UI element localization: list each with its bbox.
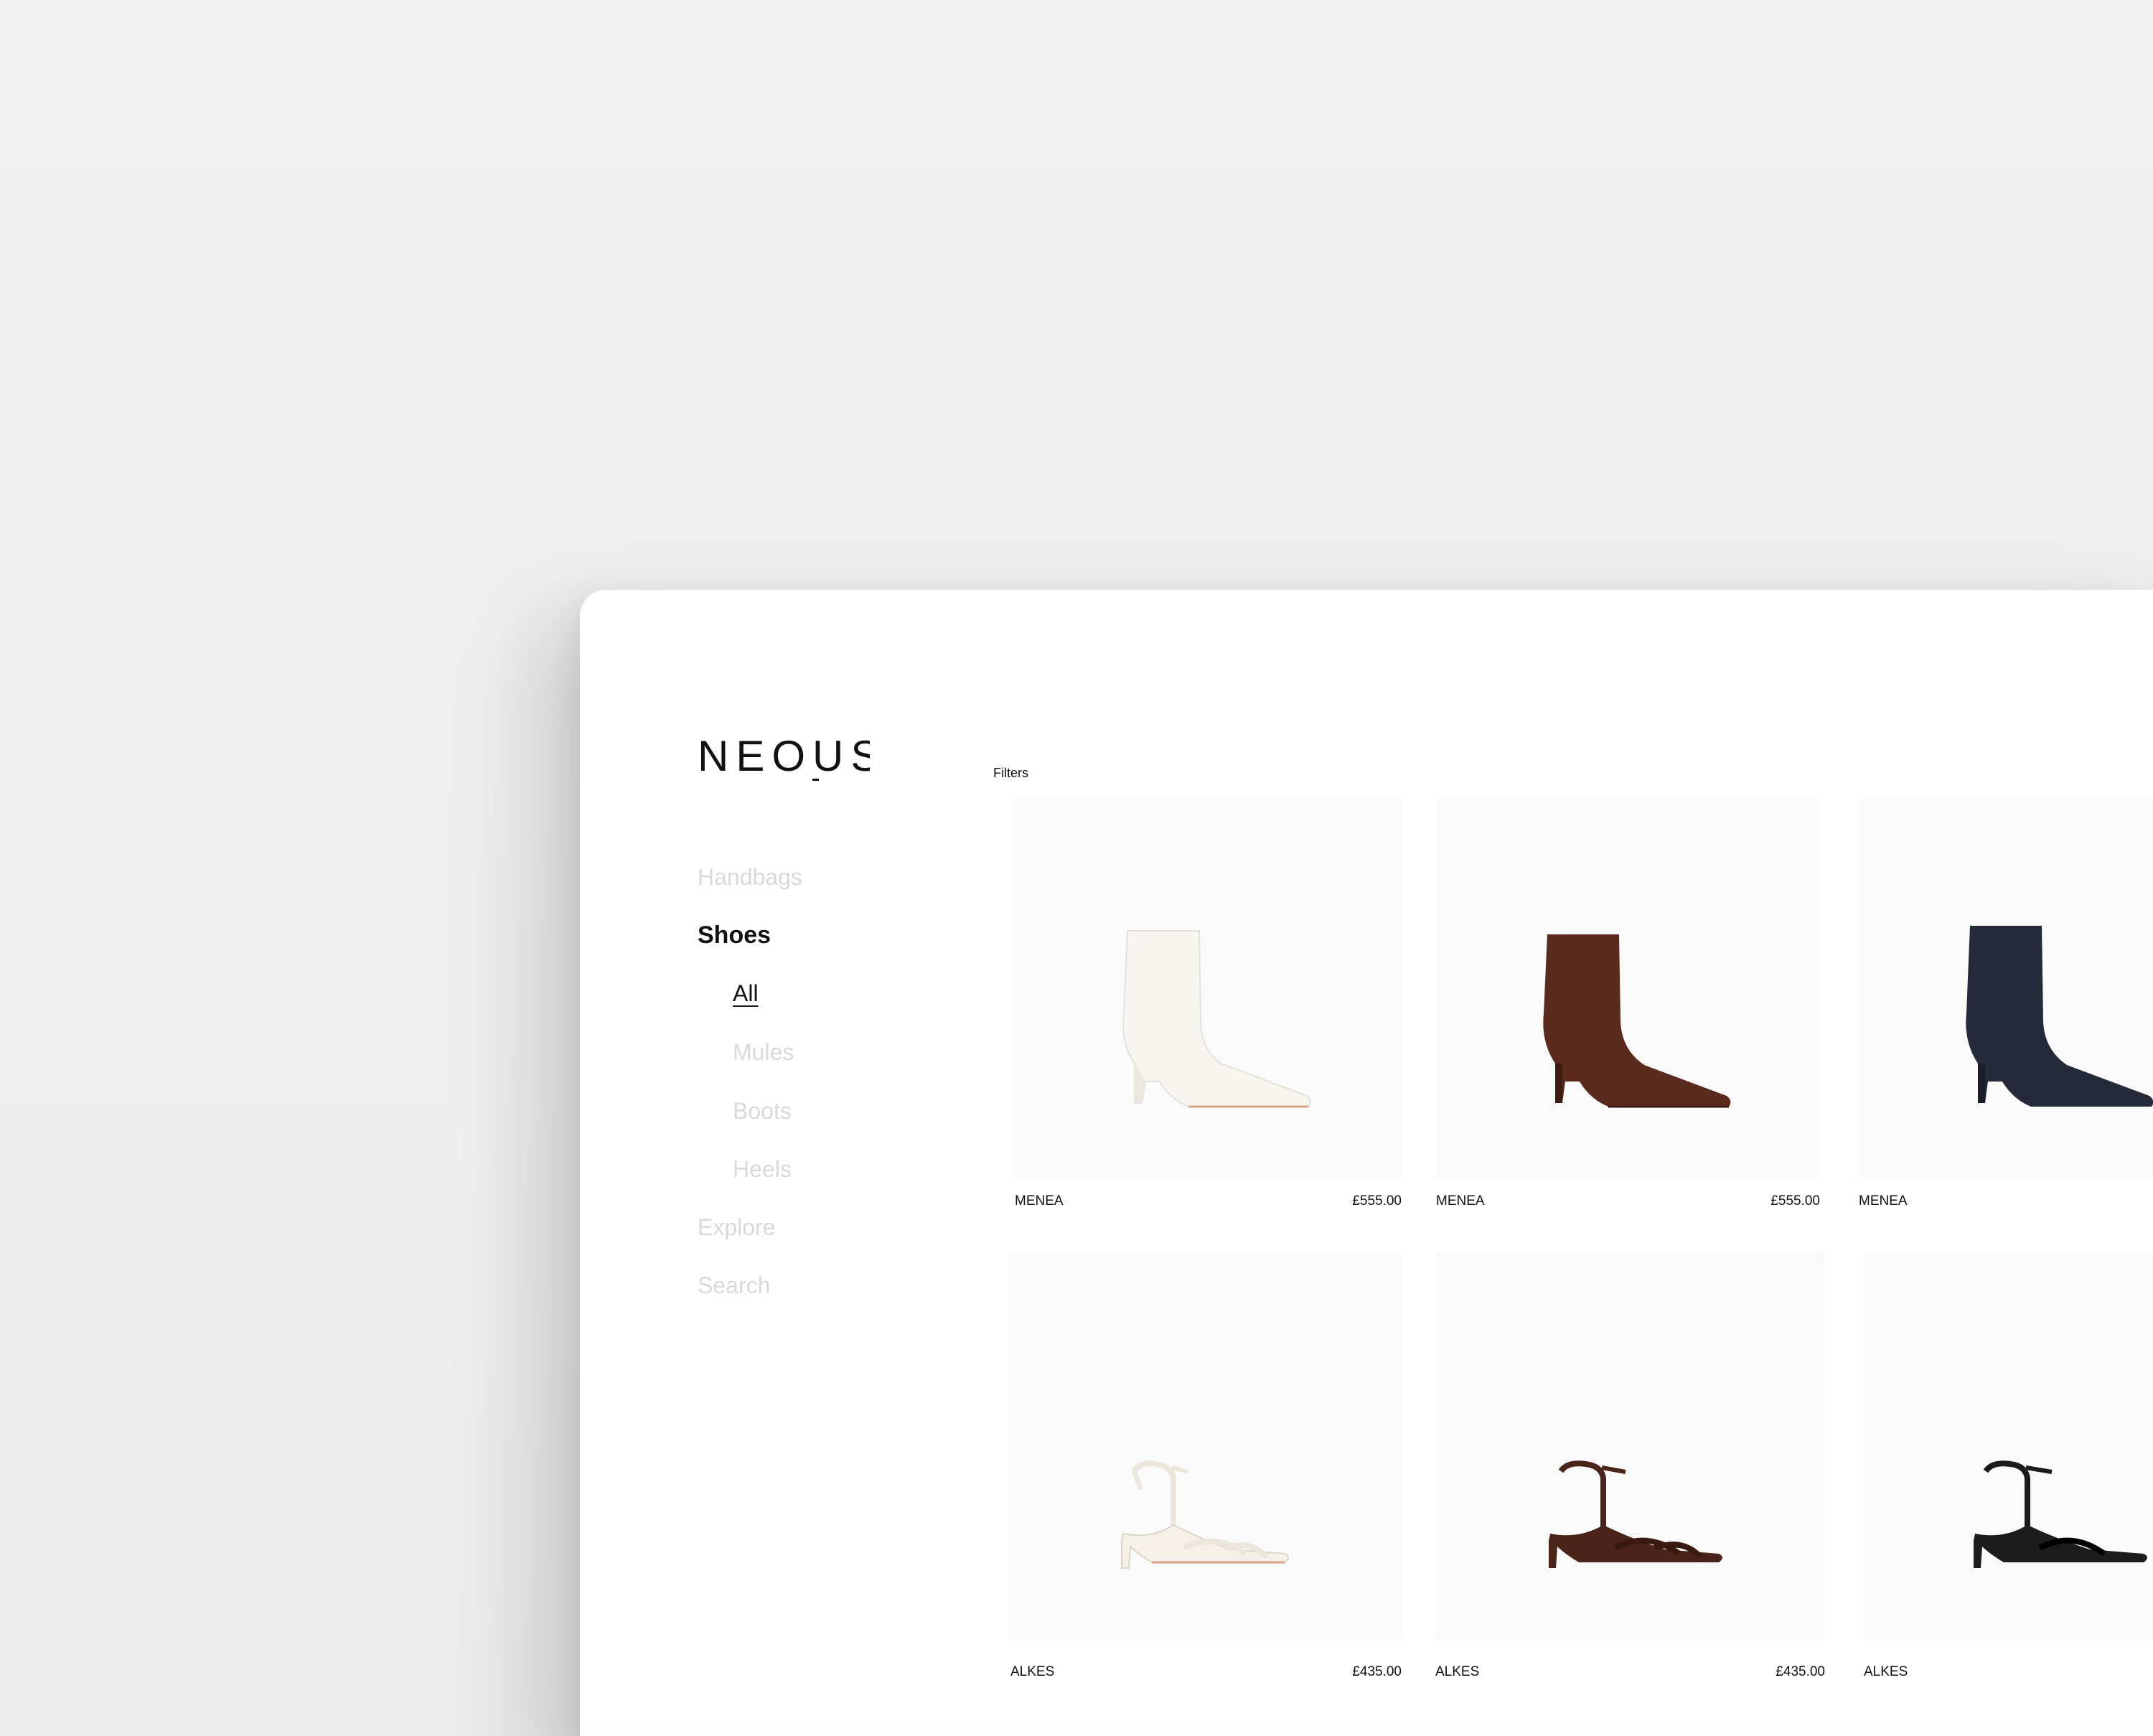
nav-item-shoes[interactable]: Shoes	[698, 921, 771, 949]
navy-ankle-boot-image	[1966, 926, 2153, 1107]
product-image[interactable]	[1864, 1252, 2153, 1640]
window-bottom-fade	[580, 1724, 2153, 1736]
brand-logo[interactable]: NEOUS	[698, 726, 870, 784]
filters-button[interactable]: Filters	[993, 765, 1028, 781]
product-name[interactable]: ALKES	[1010, 1664, 1054, 1680]
product-card[interactable]: MENEA £555.00	[1013, 798, 1402, 1214]
product-image[interactable]	[1859, 798, 2153, 1178]
product-card[interactable]: ALKES £435.00	[1008, 1252, 1402, 1679]
product-image[interactable]	[1435, 1252, 1825, 1640]
product-name[interactable]: MENEA	[1436, 1193, 1485, 1209]
product-name[interactable]: MENEA	[1015, 1193, 1064, 1209]
product-card[interactable]: ALKES	[1864, 1252, 2153, 1679]
brown-strappy-sandal-image	[1549, 1460, 1722, 1568]
product-image[interactable]	[1008, 1252, 1402, 1640]
product-image[interactable]	[1013, 798, 1402, 1178]
product-name[interactable]: ALKES	[1435, 1664, 1479, 1680]
product-card[interactable]: MENEA £555.00	[1436, 798, 1820, 1214]
backdrop: NEOUS Handbags Shoes All Mules Boots Hee…	[0, 0, 2153, 1736]
logo-wordmark: NEOUS	[698, 732, 870, 781]
nav-item-search[interactable]: Search	[698, 1271, 770, 1300]
product-card[interactable]: ALKES £435.00	[1435, 1252, 1825, 1679]
nav-subitem-mules[interactable]: Mules	[733, 1038, 794, 1066]
nav-item-handbags[interactable]: Handbags	[698, 863, 802, 891]
white-ankle-boot-image	[1122, 930, 1311, 1108]
product-price: £555.00	[1352, 1193, 1402, 1209]
product-card[interactable]: MENEA	[1859, 798, 2153, 1214]
product-price: £435.00	[1776, 1664, 1825, 1679]
nav-subitem-heels[interactable]: Heels	[733, 1155, 792, 1183]
product-name[interactable]: ALKES	[1864, 1664, 1908, 1680]
nav-subitem-all[interactable]: All	[733, 979, 759, 1008]
browser-window: NEOUS Handbags Shoes All Mules Boots Hee…	[580, 590, 2153, 1736]
svg-text:NEOUS: NEOUS	[698, 732, 870, 780]
cream-strappy-sandal-image	[1121, 1460, 1289, 1569]
product-name[interactable]: MENEA	[1859, 1193, 1908, 1209]
black-strappy-sandal-image	[1974, 1460, 2147, 1568]
product-price: £555.00	[1770, 1193, 1820, 1209]
product-image[interactable]	[1436, 798, 1820, 1178]
brown-ankle-boot-image	[1543, 934, 1731, 1108]
nav-item-explore[interactable]: Explore	[698, 1213, 776, 1242]
product-price: £435.00	[1352, 1664, 1402, 1679]
nav-subitem-boots[interactable]: Boots	[733, 1097, 792, 1125]
